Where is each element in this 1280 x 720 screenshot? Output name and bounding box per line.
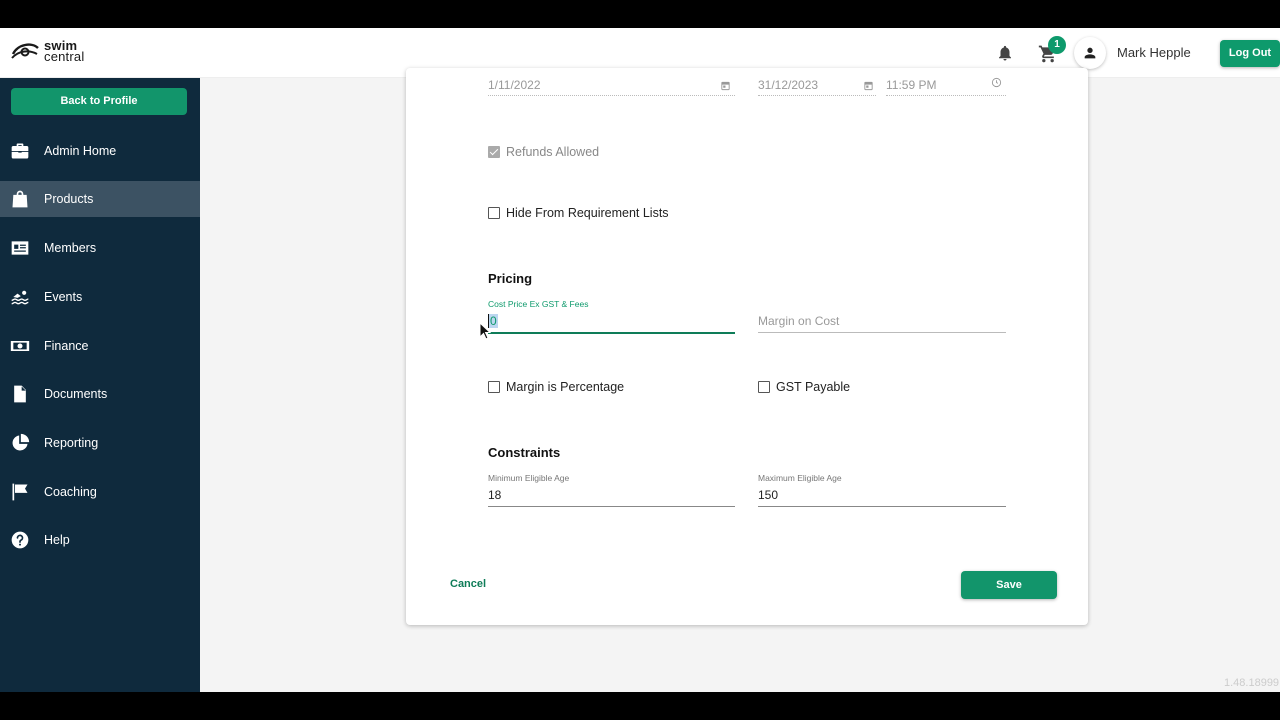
user-account-button[interactable] [1074, 37, 1106, 69]
refunds-allowed-label: Refunds Allowed [506, 145, 600, 159]
sidebar-item-coaching[interactable]: Coaching [0, 474, 200, 510]
min-age-label: Minimum Eligible Age [488, 473, 570, 483]
clock-icon[interactable] [991, 77, 1002, 88]
back-to-profile-button[interactable]: Back to Profile [11, 88, 187, 115]
sidebar-item-label: Documents [44, 387, 108, 401]
cart-count-badge: 1 [1048, 36, 1066, 54]
flag-icon [12, 483, 28, 501]
cost-price-underline [488, 332, 735, 334]
sidebar-item-reporting[interactable]: Reporting [0, 425, 200, 461]
letterbox-top [0, 0, 1280, 28]
sidebar-item-documents[interactable]: Documents [0, 376, 200, 412]
user-name: Mark Hepple [1117, 45, 1191, 60]
sidebar-item-label: Help [44, 533, 70, 547]
sidebar-item-label: Events [44, 290, 83, 304]
pie-chart-icon [12, 433, 30, 451]
hide-requirement-checkbox[interactable] [488, 207, 500, 219]
sidebar-item-label: Admin Home [44, 144, 117, 158]
person-icon [1084, 47, 1096, 59]
calendar-icon[interactable] [863, 80, 874, 91]
end-date-underline [758, 95, 876, 96]
sidebar-item-members[interactable]: Members [0, 230, 200, 266]
sidebar-item-label: Reporting [44, 436, 99, 450]
margin-percentage-checkbox[interactable] [488, 381, 500, 393]
sidebar-item-label: Coaching [44, 485, 97, 499]
sidebar: Back to Profile Admin Home Products Memb… [0, 78, 200, 692]
save-button[interactable]: Save [961, 571, 1057, 599]
constraints-section-title: Constraints [488, 445, 561, 460]
margin-percentage-label: Margin is Percentage [506, 380, 625, 394]
gst-payable-checkbox[interactable] [758, 381, 770, 393]
end-date-input[interactable]: 31/12/2023 [758, 78, 818, 92]
max-age-underline [758, 506, 1006, 507]
refunds-allowed-checkbox[interactable] [488, 146, 500, 158]
sidebar-item-admin-home[interactable]: Admin Home [0, 133, 200, 169]
document-icon [14, 385, 26, 403]
min-age-input[interactable]: 18 [488, 488, 501, 502]
product-form-card: 1/11/2022 31/12/2023 11:59 PM Refunds Al… [406, 68, 1088, 625]
margin-underline [758, 332, 1006, 333]
calendar-icon[interactable] [720, 80, 731, 91]
swim-central-logo[interactable]: swim central [10, 39, 85, 64]
start-date-input[interactable]: 1/11/2022 [488, 78, 541, 92]
shopping-bag-icon [12, 190, 28, 208]
briefcase-icon [11, 143, 29, 159]
start-date-underline [488, 95, 735, 96]
notification-bell-icon[interactable] [996, 44, 1014, 62]
sidebar-item-help[interactable]: Help [0, 522, 200, 558]
swimmer-icon [11, 290, 29, 305]
logout-button[interactable]: Log Out [1220, 40, 1280, 67]
hide-requirement-label: Hide From Requirement Lists [506, 206, 669, 220]
end-time-underline [886, 95, 1006, 96]
help-icon [11, 531, 29, 549]
id-card-icon [11, 241, 29, 255]
pricing-section-title: Pricing [488, 271, 533, 286]
sidebar-item-finance[interactable]: Finance [0, 328, 200, 364]
sidebar-item-label: Finance [44, 339, 89, 353]
min-age-underline [488, 506, 735, 507]
main-content: 1/11/2022 31/12/2023 11:59 PM Refunds Al… [200, 68, 1280, 692]
cost-price-label: Cost Price Ex GST & Fees [488, 299, 589, 309]
sidebar-item-events[interactable]: Events [0, 279, 200, 315]
margin-on-cost-input[interactable]: Margin on Cost [758, 314, 839, 328]
app-version: 1.48.18999 [1224, 677, 1280, 689]
sidebar-item-label: Products [44, 192, 94, 206]
money-icon [10, 341, 30, 351]
max-age-input[interactable]: 150 [758, 488, 778, 502]
cancel-button[interactable]: Cancel [450, 578, 486, 590]
sidebar-item-label: Members [44, 241, 97, 255]
swim-logo-icon [11, 43, 39, 59]
max-age-label: Maximum Eligible Age [758, 473, 842, 483]
logo-text-central: central [44, 49, 85, 64]
gst-payable-label: GST Payable [776, 380, 851, 394]
mouse-pointer-icon [479, 322, 491, 340]
sidebar-item-products[interactable]: Products [0, 181, 200, 217]
end-time-input[interactable]: 11:59 PM [886, 78, 936, 92]
letterbox-bottom [0, 692, 1280, 720]
